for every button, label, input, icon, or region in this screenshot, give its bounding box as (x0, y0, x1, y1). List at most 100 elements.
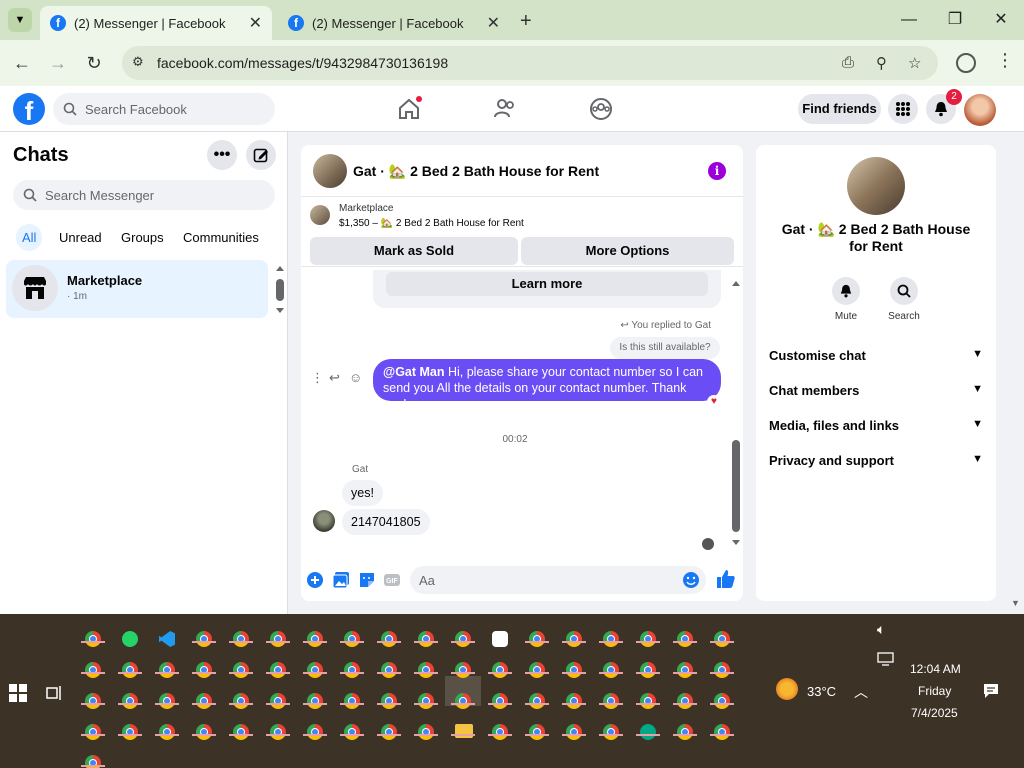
chrome-icon[interactable] (418, 693, 434, 709)
incoming-message[interactable]: yes! (342, 480, 383, 506)
chrome-icon[interactable] (529, 631, 545, 647)
chrome-icon[interactable] (344, 662, 360, 678)
tab-search-icon[interactable]: ▼ (8, 8, 32, 32)
chrome-icon[interactable] (270, 724, 286, 740)
chrome-icon[interactable] (307, 662, 323, 678)
minimize-icon[interactable]: — (886, 6, 932, 34)
chrome-icon[interactable] (714, 631, 730, 647)
chrome-icon[interactable] (270, 662, 286, 678)
chrome-icon[interactable] (159, 662, 175, 678)
chrome-icon[interactable] (677, 724, 693, 740)
message-more-icon[interactable]: ⋮ (311, 370, 324, 386)
chrome-icon[interactable] (640, 693, 656, 709)
gif-icon[interactable]: GIF (383, 571, 401, 589)
site-info-icon[interactable]: ⚙ (132, 54, 144, 70)
chrome-icon[interactable] (455, 662, 471, 678)
clock-day[interactable]: Friday (918, 684, 951, 698)
chrome-icon[interactable] (714, 724, 730, 740)
show-hidden-icons[interactable]: ︿ (854, 682, 868, 702)
chrome-icon[interactable] (233, 662, 249, 678)
chrome-icon[interactable] (529, 724, 545, 740)
listing-avatar[interactable] (847, 157, 905, 215)
messenger-search-input[interactable]: Search Messenger (13, 180, 275, 210)
chrome-icon[interactable] (714, 662, 730, 678)
chrome-icon[interactable] (233, 724, 249, 740)
chrome-icon[interactable] (677, 693, 693, 709)
outgoing-message[interactable]: @Gat Man Hi, please share your contact n… (373, 359, 721, 411)
chat-item-marketplace[interactable]: Marketplace · 1m (6, 260, 268, 318)
chrome-icon[interactable] (196, 662, 212, 678)
plus-icon[interactable] (306, 571, 324, 589)
clock-time[interactable]: 12:04 AM (910, 662, 961, 676)
app-icon[interactable] (640, 724, 656, 740)
vscode-icon[interactable] (159, 631, 175, 647)
chrome-icon[interactable] (344, 724, 360, 740)
quoted-message[interactable]: Is this still available? (610, 337, 720, 359)
groups-icon[interactable] (588, 96, 614, 122)
forward-icon[interactable]: → (45, 50, 71, 76)
chrome-icon[interactable] (603, 631, 619, 647)
listing-thumbnail[interactable] (310, 205, 330, 225)
chrome-icon[interactable] (233, 693, 249, 709)
chrome-icon[interactable] (344, 693, 360, 709)
close-window-icon[interactable]: ✕ (978, 6, 1024, 34)
filter-communities[interactable]: Communities (183, 230, 259, 245)
reply-icon[interactable]: ↩ (329, 370, 340, 386)
profile-icon[interactable] (956, 53, 976, 73)
account-avatar[interactable] (964, 94, 996, 126)
reload-icon[interactable]: ↻ (81, 50, 107, 76)
sender-avatar[interactable] (313, 510, 335, 532)
filter-all[interactable]: All (16, 224, 43, 251)
chrome-icon[interactable] (492, 662, 508, 678)
filter-groups[interactable]: Groups (121, 230, 164, 245)
page-scroll-down-icon[interactable]: ▼ (1011, 598, 1020, 608)
browser-menu-icon[interactable]: ⋮ (996, 50, 1014, 71)
weather-icon[interactable] (776, 678, 798, 700)
chrome-icon[interactable] (492, 693, 508, 709)
chrome-icon[interactable] (418, 662, 434, 678)
facebook-search-input[interactable]: Search Facebook (53, 93, 275, 125)
chrome-icon[interactable] (270, 693, 286, 709)
incoming-message[interactable]: 2147041805 (342, 509, 430, 535)
chrome-icon[interactable] (677, 662, 693, 678)
chrome-icon[interactable] (381, 724, 397, 740)
url-text[interactable]: facebook.com/messages/t/9432984730136198 (157, 55, 448, 71)
close-tab-icon[interactable]: ✕ (487, 13, 500, 33)
chrome-icon[interactable] (677, 631, 693, 647)
conversation-scrollbar[interactable] (731, 270, 741, 550)
learn-more-button[interactable]: Learn more (386, 272, 708, 296)
chrome-icon[interactable] (344, 631, 360, 647)
message-input[interactable]: Aa (410, 566, 706, 594)
chrome-icon[interactable] (455, 693, 471, 709)
chrome-icon[interactable] (566, 662, 582, 678)
chrome-icon[interactable] (307, 724, 323, 740)
clock-date[interactable]: 7/4/2025 (911, 706, 958, 720)
chrome-icon[interactable] (603, 662, 619, 678)
chrome-icon[interactable] (159, 693, 175, 709)
chrome-icon[interactable] (566, 631, 582, 647)
privacy-support-row[interactable]: Privacy and support ▼ (769, 453, 983, 468)
listing-price-title[interactable]: $1,350 – 🏡 2 Bed 2 Bath House for Rent (339, 218, 524, 229)
chrome-icon[interactable] (418, 631, 434, 647)
chrome-icon[interactable] (381, 631, 397, 647)
restore-icon[interactable]: ❐ (932, 6, 978, 34)
install-app-icon[interactable]: ⎙ (842, 54, 854, 71)
chrome-icon[interactable] (122, 662, 138, 678)
whatsapp-icon[interactable] (122, 631, 138, 647)
chat-options-button[interactable]: ••• (207, 140, 237, 170)
chrome-icon[interactable] (381, 662, 397, 678)
chat-members-row[interactable]: Chat members ▼ (769, 383, 983, 398)
network-icon[interactable] (877, 652, 894, 666)
chrome-icon[interactable] (85, 724, 101, 740)
conversation-title[interactable]: Gat · 🏡 2 Bed 2 Bath House for Rent (353, 163, 599, 180)
zoom-icon[interactable]: ⚲ (876, 54, 887, 72)
customise-chat-row[interactable]: Customise chat ▼ (769, 348, 983, 363)
notification-center-icon[interactable] (983, 683, 999, 699)
friends-icon[interactable] (492, 96, 518, 122)
chrome-icon[interactable] (418, 724, 434, 740)
home-icon[interactable] (396, 96, 422, 122)
sidebar-scrollbar[interactable] (275, 265, 285, 315)
close-tab-icon[interactable]: ✕ (249, 13, 262, 33)
chrome-icon[interactable] (529, 693, 545, 709)
more-options-button[interactable]: More Options (521, 237, 734, 265)
